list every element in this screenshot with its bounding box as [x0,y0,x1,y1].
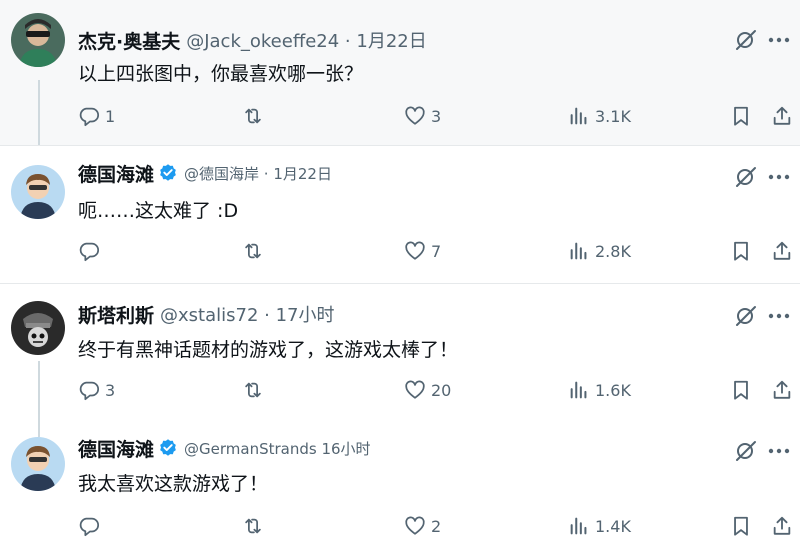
heart-icon [404,105,426,127]
thread-line [38,423,40,437]
view-count: 2.8K [595,241,631,261]
bookmark-icon [730,379,752,401]
views-button[interactable]: 1.6K [568,377,631,403]
view-count: 1.4K [595,516,631,536]
avatar[interactable] [11,13,65,67]
like-count: 7 [431,241,442,261]
views-icon [568,515,590,537]
author-name[interactable]: 斯塔利斯 [78,301,154,328]
like-count: 3 [431,106,442,126]
more-icon[interactable] [766,439,792,463]
reply-button[interactable]: 1 [78,103,115,129]
heart-icon [404,240,426,262]
tweet-text: 呃……这太难了 :D [78,200,239,222]
tweet-text: 我太喜欢这款游戏了！ [78,473,269,495]
retweet-icon [242,515,264,537]
reply-icon [78,240,100,262]
grok-icon[interactable] [734,165,758,189]
reply-button[interactable]: 3 [78,377,115,403]
more-icon[interactable] [766,304,792,328]
share-icon [771,105,793,127]
avatar[interactable] [11,165,65,219]
tweet[interactable]: 德国海滩 @GermanStrands 16小时 我太喜欢这款游戏了！ 2 1.… [0,423,800,557]
like-button[interactable]: 7 [404,238,441,264]
views-icon [568,105,590,127]
author-handle[interactable]: @GermanStrands 16小时 [184,438,371,459]
author-name[interactable]: 杰克·奥基夫 [78,27,180,54]
share-icon [771,379,793,401]
tweet[interactable]: 德国海滩 @德国海岸 · 1月22日 呃……这太难了 :D 7 2.8K [0,145,800,283]
author-handle[interactable]: @德国海岸 · 1月22日 [184,163,332,184]
reply-icon [78,379,100,401]
tweet-header: 德国海滩 @GermanStrands 16小时 [78,435,371,462]
thread-line [38,361,40,423]
like-count: 2 [431,516,442,536]
share-icon [771,515,793,537]
reply-count: 3 [105,380,116,400]
bookmark-icon [730,105,752,127]
view-count: 1.6K [595,380,631,400]
tweet-text: 以上四张图中，你最喜欢哪一张？ [78,63,364,85]
reply-count: 1 [105,106,116,126]
avatar[interactable] [11,437,65,491]
retweet-button[interactable] [242,238,264,264]
views-button[interactable]: 2.8K [568,238,631,264]
retweet-button[interactable] [242,103,264,129]
more-icon[interactable] [766,28,792,52]
tweet-header: 斯塔利斯 @xstalis72 · 17小时 [78,301,335,328]
share-button[interactable] [771,238,793,264]
author-handle[interactable]: @xstalis72 · 17小时 [160,301,334,327]
like-button[interactable]: 2 [404,513,441,539]
verified-badge-icon [158,438,178,458]
bookmark-button[interactable] [730,513,752,539]
tweet[interactable]: 杰克·奥基夫 @Jack_okeeffe24 · 1月22日 以上四张图中，你最… [0,0,800,145]
retweet-icon [242,105,264,127]
retweet-button[interactable] [242,513,264,539]
heart-icon [404,515,426,537]
author-name[interactable]: 德国海滩 [78,160,154,187]
grok-icon[interactable] [734,304,758,328]
reply-button[interactable] [78,238,105,264]
tweet-text: 终于有黑神话题材的游戏了，这游戏太棒了！ [78,339,459,361]
like-button[interactable]: 3 [404,103,441,129]
views-button[interactable]: 1.4K [568,513,631,539]
more-icon[interactable] [766,165,792,189]
like-button[interactable]: 20 [404,377,451,403]
verified-badge-icon [158,163,178,183]
retweet-button[interactable] [242,377,264,403]
grok-icon[interactable] [734,28,758,52]
bookmark-icon [730,515,752,537]
heart-icon [404,379,426,401]
views-icon [568,379,590,401]
tweet[interactable]: 斯塔利斯 @xstalis72 · 17小时 终于有黑神话题材的游戏了，这游戏太… [0,283,800,423]
views-icon [568,240,590,262]
bookmark-icon [730,240,752,262]
retweet-icon [242,240,264,262]
share-button[interactable] [771,103,793,129]
tweet-header: 杰克·奥基夫 @Jack_okeeffe24 · 1月22日 [78,27,427,54]
share-button[interactable] [771,377,793,403]
views-button[interactable]: 3.1K [568,103,631,129]
avatar[interactable] [11,301,65,355]
like-count: 20 [431,380,452,400]
reply-icon [78,515,100,537]
thread-line [38,80,40,145]
author-handle[interactable]: @Jack_okeeffe24 · 1月22日 [186,27,427,53]
bookmark-button[interactable] [730,238,752,264]
view-count: 3.1K [595,106,631,126]
share-icon [771,240,793,262]
reply-button[interactable] [78,513,105,539]
author-name[interactable]: 德国海滩 [78,435,154,462]
reply-icon [78,105,100,127]
grok-icon[interactable] [734,439,758,463]
bookmark-button[interactable] [730,103,752,129]
retweet-icon [242,379,264,401]
bookmark-button[interactable] [730,377,752,403]
share-button[interactable] [771,513,793,539]
tweet-header: 德国海滩 @德国海岸 · 1月22日 [78,160,332,187]
